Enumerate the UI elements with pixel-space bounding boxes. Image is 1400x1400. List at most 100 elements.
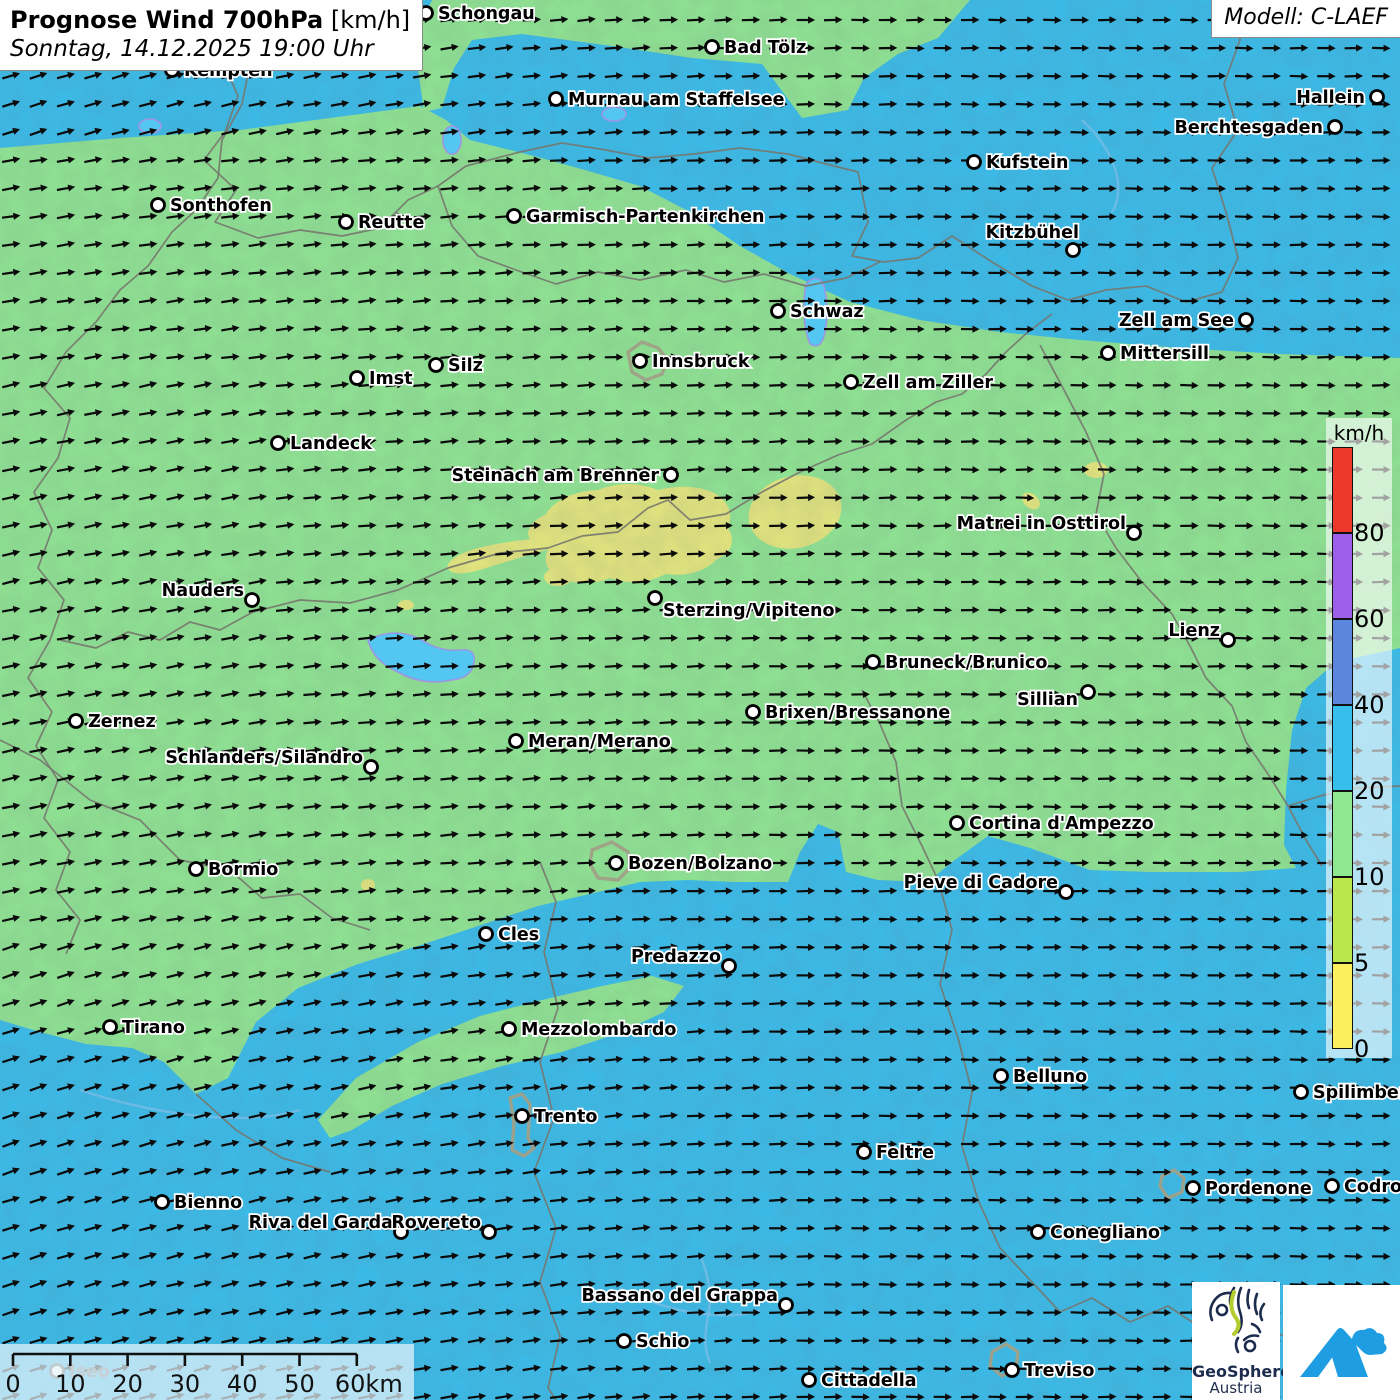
city-marker	[1006, 1364, 1019, 1377]
city-marker	[340, 216, 353, 229]
city-label: Pieve di Cadore	[904, 873, 1059, 893]
city-marker	[1060, 886, 1073, 899]
city-label: Hallein	[1296, 88, 1365, 108]
legend-tick-label: 0	[1354, 1036, 1392, 1062]
scale-bar-label: 40	[227, 1370, 258, 1398]
model-box: Modell: C-LAEF	[1211, 0, 1400, 38]
city-label: Bienno	[174, 1193, 242, 1213]
city-label: Bad Tölz	[724, 38, 806, 58]
city-marker	[951, 817, 964, 830]
legend-tick-label: 10	[1354, 864, 1392, 890]
city-label: Schlanders/Silandro	[165, 748, 363, 768]
city-label: Feltre	[876, 1143, 934, 1163]
city-label: Silz	[448, 356, 483, 376]
scale-bar-label: 0	[5, 1370, 20, 1398]
city-label: Brixen/Bressanone	[765, 703, 950, 723]
city-label: Zell am Ziller	[863, 373, 993, 393]
city-label: Bassano del Grappa	[581, 1286, 778, 1306]
legend-color-segment	[1332, 877, 1353, 963]
city-label: Bormio	[208, 860, 278, 880]
city-marker	[272, 437, 285, 450]
geosphere-logo-icon	[1200, 1282, 1272, 1358]
city-label: Schwaz	[790, 302, 864, 322]
legend-color-segment	[1332, 533, 1353, 619]
legend-tick-label: 40	[1354, 692, 1392, 718]
city-label: Belluno	[1013, 1067, 1087, 1087]
city-marker	[152, 199, 165, 212]
city-marker	[1371, 91, 1384, 104]
geosphere-logo: GeoSphere Austria	[1192, 1282, 1280, 1400]
city-marker	[365, 761, 378, 774]
legend-color-segment	[1332, 791, 1353, 877]
city-marker	[516, 1110, 529, 1123]
city-label: Kitzbühel	[986, 223, 1079, 243]
city-marker	[508, 210, 521, 223]
city-label: Predazzo	[631, 947, 721, 967]
city-label: Imst	[369, 369, 413, 389]
mountain-cloud-logo-icon	[1292, 1295, 1392, 1390]
city-label: Matrei in Osttirol	[957, 514, 1126, 534]
city-marker	[430, 359, 443, 372]
city-label: Trento	[534, 1107, 597, 1127]
city-marker	[968, 156, 981, 169]
city-marker	[1032, 1226, 1045, 1239]
city-marker	[510, 735, 523, 748]
city-label: Mittersill	[1120, 344, 1209, 364]
city-label: Riva del Garda	[249, 1213, 393, 1233]
city-label: Sterzing/Vipiteno	[663, 601, 835, 621]
scale-bar-label: 10	[55, 1370, 86, 1398]
city-marker	[665, 469, 678, 482]
city-label: Garmisch-Partenkirchen	[526, 207, 764, 227]
city-marker	[995, 1070, 1008, 1083]
city-marker	[1128, 527, 1141, 540]
wind-forecast-map-page: SchongauBad TölzKemptenMurnau am Staffel…	[0, 0, 1400, 1400]
city-label: Cittadella	[821, 1371, 917, 1391]
page-title: Prognose Wind 700hPa [km/h]	[10, 6, 410, 34]
city-marker	[803, 1374, 816, 1387]
city-marker	[723, 960, 736, 973]
city-marker	[480, 928, 493, 941]
title-box: Prognose Wind 700hPa [km/h] Sonntag, 14.…	[0, 0, 423, 71]
wind-map-canvas: SchongauBad TölzKemptenMurnau am Staffel…	[0, 0, 1400, 1400]
title-unit: [km/h]	[323, 6, 410, 34]
scale-bar-label: 60km	[335, 1370, 403, 1398]
city-label: Reutte	[358, 213, 425, 233]
city-marker	[104, 1021, 117, 1034]
city-label: Zernez	[88, 712, 156, 732]
city-marker	[845, 376, 858, 389]
city-label: Schongau	[438, 4, 535, 24]
city-label: Steinach am Brenner	[452, 466, 660, 486]
legend-unit-label: km/h	[1326, 421, 1392, 445]
city-marker	[618, 1335, 631, 1348]
city-marker	[550, 93, 563, 106]
geosphere-org-name: GeoSphere	[1192, 1363, 1280, 1380]
city-label: Treviso	[1024, 1361, 1094, 1381]
legend-tick-label: 80	[1354, 520, 1392, 546]
city-marker	[610, 857, 623, 870]
city-label: Mezzolombardo	[521, 1020, 676, 1040]
legend-color-segment	[1332, 447, 1353, 533]
city-label: Berchtesgaden	[1174, 118, 1323, 138]
city-label: Conegliano	[1050, 1223, 1160, 1243]
city-marker	[483, 1226, 496, 1239]
city-label: Murnau am Staffelsee	[568, 90, 785, 110]
city-label: Kufstein	[986, 153, 1068, 173]
city-marker	[1240, 314, 1253, 327]
city-label: Cortina d'Ampezzo	[969, 814, 1154, 834]
city-marker	[772, 305, 785, 318]
title-parameter: Prognose Wind 700hPa	[10, 6, 323, 34]
city-marker	[1102, 347, 1115, 360]
city-marker	[503, 1023, 516, 1036]
partner-logo	[1283, 1285, 1400, 1400]
city-label: Innsbruck	[652, 352, 750, 372]
legend-color-segment	[1332, 963, 1353, 1049]
city-label: Pordenone	[1205, 1179, 1312, 1199]
city-marker	[156, 1196, 169, 1209]
city-marker	[634, 355, 647, 368]
city-marker	[1187, 1182, 1200, 1195]
city-marker	[1222, 634, 1235, 647]
city-marker	[246, 594, 259, 607]
city-marker	[1326, 1180, 1339, 1193]
scale-bar-label: 20	[112, 1370, 143, 1398]
city-marker	[1295, 1086, 1308, 1099]
